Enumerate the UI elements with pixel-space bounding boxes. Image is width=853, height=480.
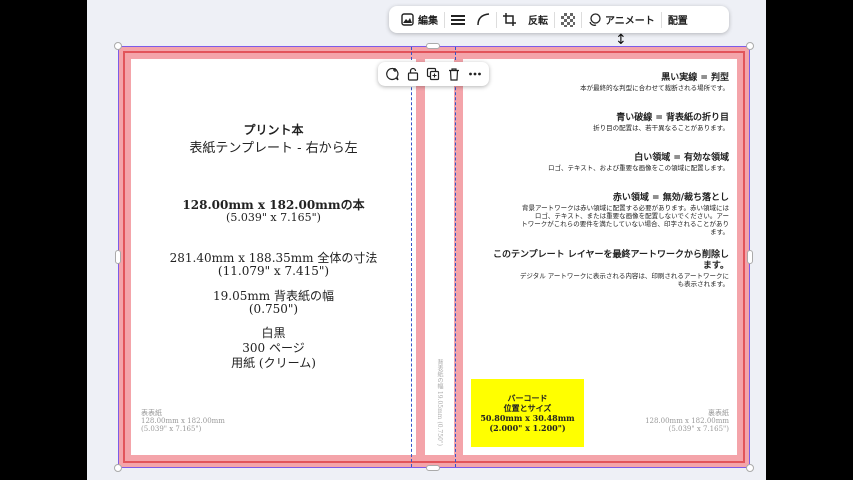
resize-handle-bottom-left[interactable]: [114, 464, 122, 472]
crop-button[interactable]: [497, 6, 522, 33]
image-edit-icon: [401, 13, 414, 26]
front-corner-size-inches: (5.039" x 7.165"): [668, 425, 729, 433]
barcode-label: バーコード: [507, 393, 548, 403]
transparency-button[interactable]: [555, 6, 581, 33]
resize-handle-bottom-right[interactable]: [746, 464, 754, 472]
lock-icon: [407, 67, 418, 81]
legend-body: 本が最終的な判型に合わせて裁断される場所です。: [580, 84, 729, 92]
corner-rounding-button[interactable]: [471, 6, 496, 33]
animate-label: アニメート: [605, 16, 655, 27]
legend-body: 背景アートワークは赤い領域に配置する必要があります。赤い領域には: [522, 204, 729, 212]
barcode-position-label: 位置とサイズ: [503, 403, 552, 413]
spine-width-inches: (0.750"): [248, 302, 299, 316]
vertical-resize-icon[interactable]: ↕: [615, 33, 627, 47]
flip-label: 反転: [528, 16, 548, 27]
cover-template[interactable]: プリント本 表紙テンプレート - 右から左 128.00mm x 182.00m…: [118, 46, 750, 468]
spine-fold-line-right: [455, 47, 456, 467]
spine-panel: 背表紙の幅 19.05mm (0.750"): [425, 59, 454, 455]
legend-body: も表示されます。: [677, 280, 729, 288]
legend-heading: このテンプレート レイヤーを最終アートワークから削除し: [492, 250, 729, 260]
more-dots-icon: [468, 72, 481, 76]
more-options-button[interactable]: [468, 67, 482, 81]
position-button[interactable]: 配置: [662, 6, 694, 33]
legend-body: トワークがこれらの要件を満たしていない場合、印字されることがあり: [521, 220, 729, 228]
crop-icon: [503, 13, 516, 26]
legend-body: ロゴ、テキスト、および重要な画像をこの領域に配置します。: [547, 164, 729, 172]
barcode-area: バーコード 位置とサイズ 50.80mm x 30.48mm (2.000" x…: [471, 379, 584, 447]
legend-body: 折り目の配置は、若干異なることがあります。: [593, 124, 729, 132]
legend-fold: 青い破線 = 背表紙の折り目 折り目の配置は、若干異なることがあります。: [593, 113, 729, 132]
resize-handle-top-right[interactable]: [746, 42, 754, 50]
template-subtitle: 表紙テンプレート - 右から左: [189, 141, 358, 156]
legend-heading: 赤い領域 = 無効/裁ち落とし: [612, 193, 729, 203]
element-toolbar: 編集 反転 アニメート 配置: [389, 6, 729, 33]
paper-type: 用紙 (クリーム): [231, 356, 316, 370]
legend-heading: 黒い実線 = 判型: [661, 73, 729, 83]
animate-button[interactable]: アニメート: [582, 6, 661, 33]
spine-fold-line-left: [411, 47, 412, 467]
barcode-size: 50.80mm x 30.48mm: [480, 413, 575, 423]
legend-body: ロゴ、テキスト、または重要な画像を配置しないでください。アー: [534, 212, 729, 220]
delete-button[interactable]: [447, 67, 461, 81]
front-cover-panel: 黒い実線 = 判型 本が最終的な判型に合わせて裁断される場所です。 青い破線 =…: [463, 59, 737, 455]
book-size-inches: (5.039" x 7.165"): [226, 211, 321, 224]
corner-curve-icon: [477, 13, 490, 26]
trash-icon: [449, 68, 460, 81]
legend-safe-area: 白い領域 = 有効な領域 ロゴ、テキスト、および重要な画像をこの領域に配置します…: [548, 153, 729, 172]
comment-add-icon: [386, 67, 399, 81]
spine-label: 背表紙の幅 19.05mm (0.750"): [436, 359, 443, 446]
back-corner-size-inches: (5.039" x 7.165"): [141, 425, 202, 433]
legend-heading: ます。: [702, 261, 729, 271]
legend-body: デジタル アートワークに表示される内容は、印刷されるアートワークに: [519, 272, 729, 280]
duplicate-icon: [427, 67, 440, 81]
front-corner-size: 128.00mm x 182.00mm: [645, 417, 729, 425]
barcode-size-inches: (2.000" x 1.200"): [489, 423, 566, 433]
legend-trim: 黒い実線 = 判型 本が最終的な判型に合わせて裁断される場所です。: [580, 73, 729, 92]
total-dimensions-inches: (11.079" x 7.415"): [217, 264, 330, 278]
transparency-icon: [561, 12, 575, 27]
resize-handle-right[interactable]: [747, 250, 753, 264]
resize-handle-top-left[interactable]: [114, 42, 122, 50]
edit-label: 編集: [418, 16, 438, 27]
comment-button[interactable]: [385, 67, 399, 81]
legend-heading: 白い領域 = 有効な領域: [634, 153, 729, 163]
flip-button[interactable]: 反転: [522, 6, 554, 33]
legend-body: ます。: [710, 228, 729, 236]
duplicate-button[interactable]: [426, 67, 440, 81]
lock-button[interactable]: [406, 67, 420, 81]
border-lines-icon: [451, 14, 465, 26]
print-book-title: プリント本: [243, 123, 304, 137]
edit-button[interactable]: 編集: [395, 6, 444, 33]
legend-heading: 青い破線 = 背表紙の折り目: [616, 113, 729, 123]
legend-remove-layer: このテンプレート レイヤーを最終アートワークから削除し ます。 デジタル アート…: [493, 250, 729, 288]
resize-handle-top[interactable]: [426, 43, 440, 49]
back-corner-label: 表表紙: [141, 409, 162, 417]
front-corner-label: 裏表紙: [708, 409, 729, 417]
element-context-menu: [378, 62, 489, 86]
border-style-button[interactable]: [445, 6, 471, 33]
resize-handle-left[interactable]: [115, 250, 121, 264]
back-corner-info: 表表紙 128.00mm x 182.00mm (5.039" x 7.165"…: [141, 409, 225, 433]
back-corner-size: 128.00mm x 182.00mm: [141, 417, 225, 425]
front-corner-info: 裏表紙 128.00mm x 182.00mm (5.039" x 7.165"…: [645, 409, 729, 433]
position-label: 配置: [667, 16, 688, 27]
resize-handle-bottom[interactable]: [426, 465, 440, 471]
animate-icon: [588, 13, 601, 26]
back-cover-panel: プリント本 表紙テンプレート - 右から左 128.00mm x 182.00m…: [131, 59, 416, 455]
legend-bleed: 赤い領域 = 無効/裁ち落とし 背景アートワークは赤い領域に配置する必要がありま…: [521, 193, 729, 236]
